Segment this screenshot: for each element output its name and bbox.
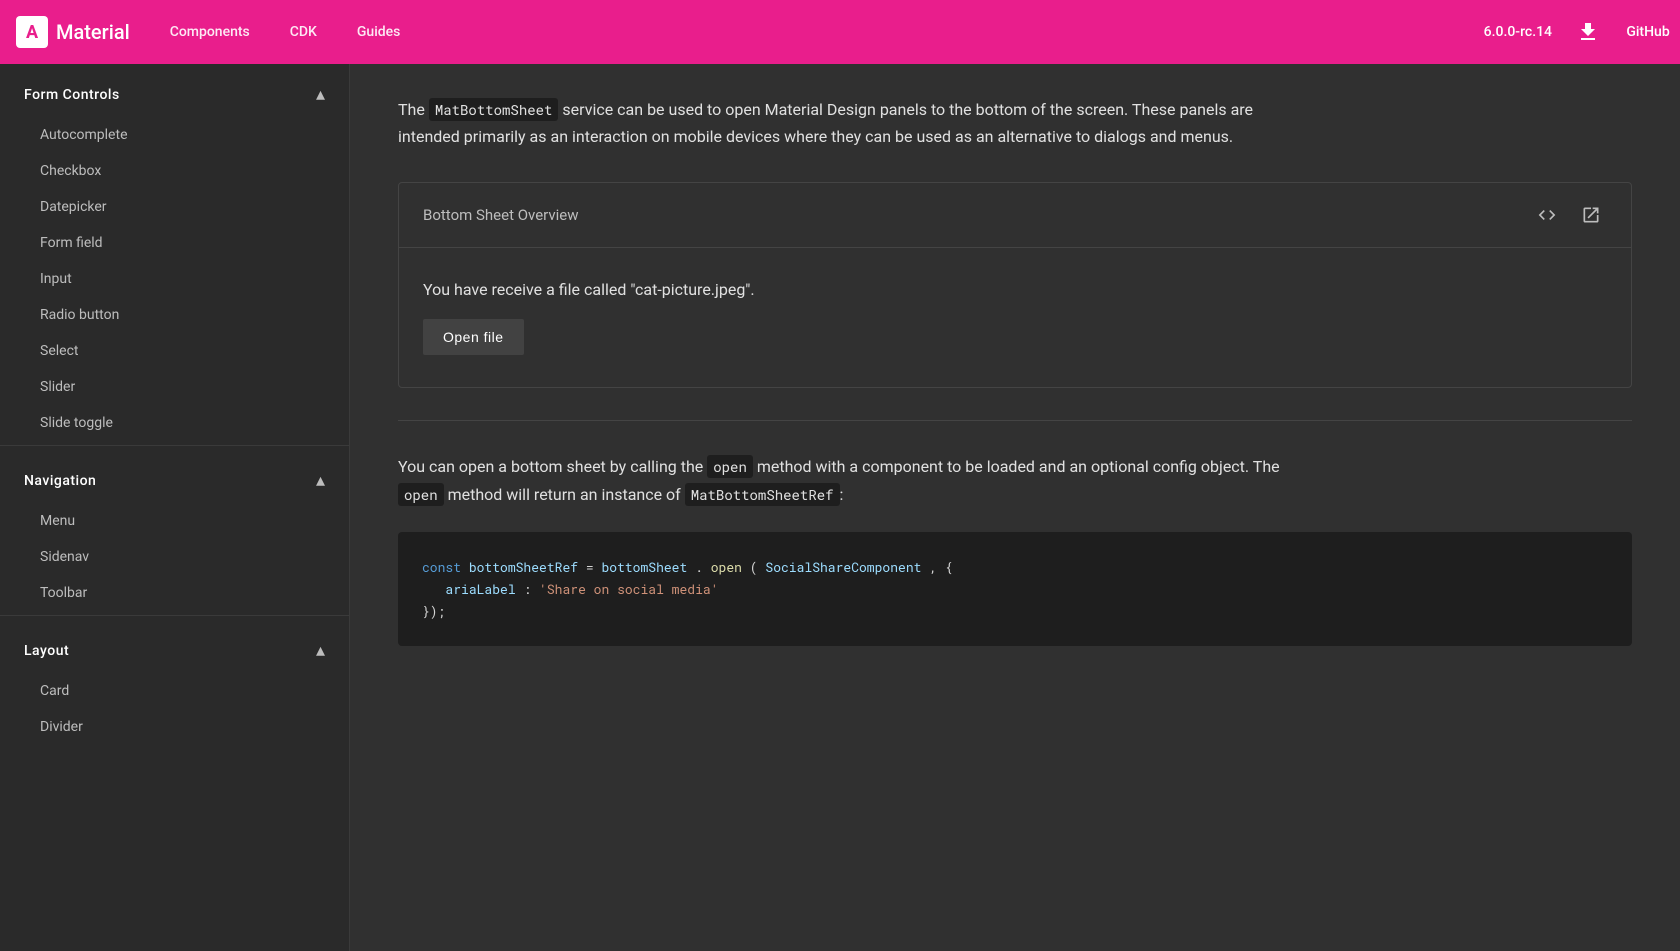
sidebar-form-controls-items: Autocomplete Checkbox Datepicker Form fi… <box>0 117 349 441</box>
separator-line <box>398 420 1632 421</box>
sidebar-section-title-form-controls: Form Controls <box>24 87 120 103</box>
code-prop-value: 'Share on social media' <box>539 580 718 598</box>
sidebar-item-divider[interactable]: Divider <box>0 709 349 745</box>
demo-header: Bottom Sheet Overview <box>399 183 1631 248</box>
body-code-open2: open <box>398 483 444 506</box>
demo-box: Bottom Sheet Overview You have rec <box>398 182 1632 388</box>
download-icon <box>1576 20 1600 44</box>
code-line-3: }); <box>422 600 1608 622</box>
intro-paragraph: The MatBottomSheet service can be used t… <box>398 96 1298 150</box>
sidebar-section-navigation[interactable]: Navigation ▴ <box>0 450 349 503</box>
sidebar-item-datepicker[interactable]: Datepicker <box>0 189 349 225</box>
sidebar-item-sidenav[interactable]: Sidenav <box>0 539 349 575</box>
github-link[interactable]: GitHub <box>1624 12 1664 52</box>
demo-icons <box>1531 199 1607 231</box>
chevron-up-icon-layout: ▴ <box>316 640 325 661</box>
sidebar-section-title-layout: Layout <box>24 643 69 659</box>
nav-links: Components CDK Guides <box>154 16 1484 48</box>
sidebar-item-card[interactable]: Card <box>0 673 349 709</box>
demo-message: You have receive a file called "cat-pict… <box>423 280 1607 299</box>
code-obj-name: bottomSheet <box>601 558 687 576</box>
open-external-button[interactable] <box>1575 199 1607 231</box>
external-link-icon <box>1581 205 1601 225</box>
brand-name: Material <box>56 20 130 44</box>
code-closing: }); <box>422 602 445 620</box>
intro-code-1: MatBottomSheet <box>429 98 559 121</box>
sidebar-item-slider[interactable]: Slider <box>0 369 349 405</box>
code-block: const bottomSheetRef = bottomSheet . ope… <box>398 532 1632 646</box>
body-paragraph: You can open a bottom sheet by calling t… <box>398 453 1298 507</box>
code-arg: SocialShareComponent <box>765 558 921 576</box>
sidebar: Form Controls ▴ Autocomplete Checkbox Da… <box>0 64 350 951</box>
body-text-1: You can open a bottom sheet by calling t… <box>398 457 707 476</box>
version-label: 6.0.0-rc.14 <box>1484 24 1552 40</box>
sidebar-section-layout[interactable]: Layout ▴ <box>0 620 349 673</box>
sidebar-layout-items: Card Divider <box>0 673 349 745</box>
sidebar-item-slide-toggle[interactable]: Slide toggle <box>0 405 349 441</box>
sidebar-item-autocomplete[interactable]: Autocomplete <box>0 117 349 153</box>
main-content: The MatBottomSheet service can be used t… <box>350 64 1680 951</box>
code-line-1: const bottomSheetRef = bottomSheet . ope… <box>422 556 1608 578</box>
nav-link-cdk[interactable]: CDK <box>274 16 333 48</box>
code-fn-name: open <box>711 558 742 576</box>
body-code-open: open <box>707 455 753 478</box>
sidebar-item-select[interactable]: Select <box>0 333 349 369</box>
sidebar-item-input[interactable]: Input <box>0 261 349 297</box>
body-code-ref: MatBottomSheetRef <box>685 483 840 506</box>
intro-text-1: The <box>398 100 429 119</box>
sidebar-divider-2 <box>0 615 349 616</box>
code-var-name: bottomSheetRef <box>469 558 578 576</box>
demo-title: Bottom Sheet Overview <box>423 206 579 224</box>
nav-link-components[interactable]: Components <box>154 16 266 48</box>
sidebar-item-form-field[interactable]: Form field <box>0 225 349 261</box>
github-label: GitHub <box>1626 24 1669 40</box>
top-navigation: A Material Components CDK Guides 6.0.0-r… <box>0 0 1680 64</box>
open-file-button[interactable]: Open file <box>423 319 524 355</box>
code-line-2: ariaLabel : 'Share on social media' <box>422 578 1608 600</box>
sidebar-section-form-controls[interactable]: Form Controls ▴ <box>0 64 349 117</box>
code-icon <box>1537 205 1557 225</box>
body-text-4: : <box>840 485 844 504</box>
sidebar-item-menu[interactable]: Menu <box>0 503 349 539</box>
body-text-2: method with a component to be loaded and… <box>753 457 1280 476</box>
download-icon-button[interactable] <box>1568 12 1608 52</box>
sidebar-item-toolbar[interactable]: Toolbar <box>0 575 349 611</box>
sidebar-navigation-items: Menu Sidenav Toolbar <box>0 503 349 611</box>
material-logo-icon: A <box>16 16 48 48</box>
demo-content: You have receive a file called "cat-pict… <box>399 248 1631 387</box>
sidebar-item-radio-button[interactable]: Radio button <box>0 297 349 333</box>
sidebar-divider-1 <box>0 445 349 446</box>
page-layout: Form Controls ▴ Autocomplete Checkbox Da… <box>0 64 1680 951</box>
sidebar-section-title-navigation: Navigation <box>24 473 96 489</box>
chevron-up-icon-navigation: ▴ <box>316 470 325 491</box>
body-text-3: method will return an instance of <box>444 485 685 504</box>
code-prop-key: ariaLabel <box>445 580 515 598</box>
sidebar-item-checkbox[interactable]: Checkbox <box>0 153 349 189</box>
code-view-button[interactable] <box>1531 199 1563 231</box>
chevron-up-icon-form-controls: ▴ <box>316 84 325 105</box>
nav-link-guides[interactable]: Guides <box>341 16 416 48</box>
logo-area[interactable]: A Material <box>16 16 130 48</box>
code-const: const <box>422 558 461 576</box>
nav-right: 6.0.0-rc.14 GitHub <box>1484 12 1664 52</box>
